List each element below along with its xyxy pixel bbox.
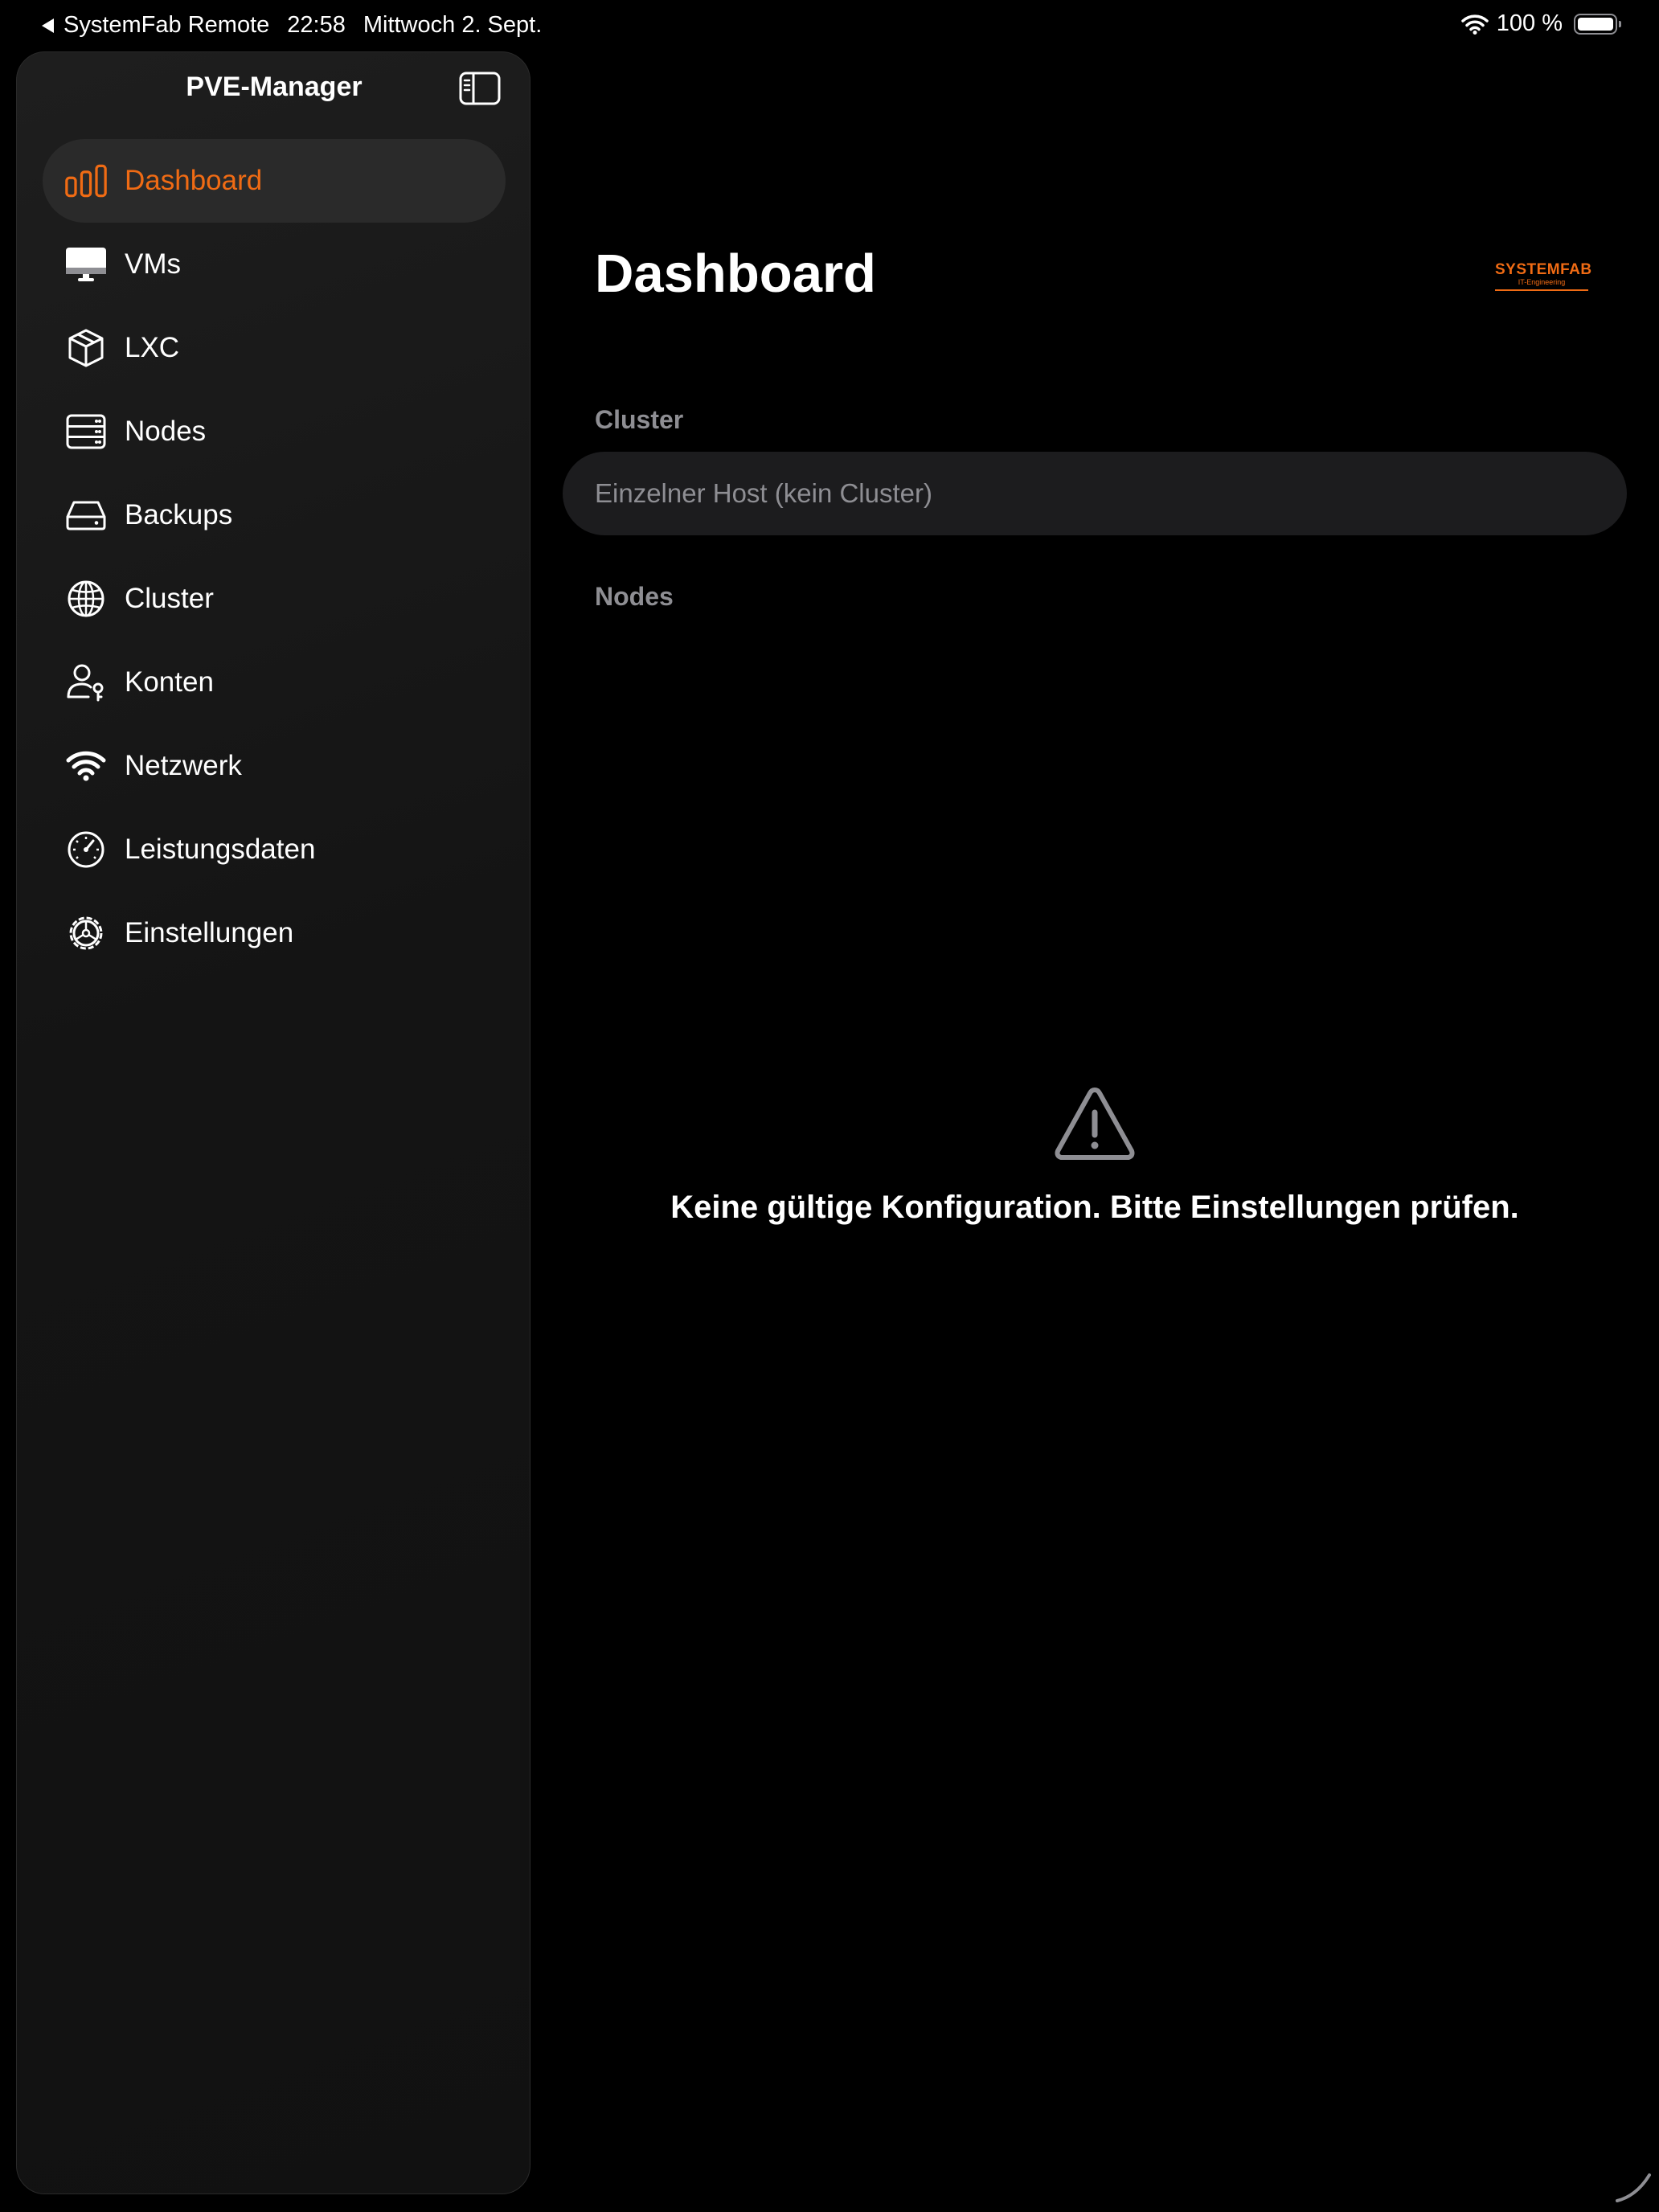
wifi-status-icon: [1461, 14, 1489, 35]
warning-icon: [1055, 1088, 1135, 1160]
sidebar-item-dashboard[interactable]: Dashboard: [43, 139, 506, 223]
logo-tagline: IT-Engineering: [1518, 278, 1566, 286]
sidebar-toggle-icon[interactable]: [459, 72, 501, 105]
cube-icon: [65, 327, 107, 369]
sidebar-item-label: Nodes: [125, 416, 207, 447]
sidebar-item-label: LXC: [125, 332, 180, 363]
sidebar-item-leistungsdaten[interactable]: Leistungsdaten: [43, 808, 506, 891]
sidebar-item-nodes[interactable]: Nodes: [43, 390, 506, 473]
status-bar: SystemFab Remote 22:58 Mittwoch 2. Sept.…: [0, 0, 1659, 51]
cluster-section-header: Cluster: [595, 405, 684, 434]
systemfab-logo: SYSTEMFAB IT-Engineering: [1495, 261, 1592, 299]
sidebar-title: PVE-Manager: [186, 72, 363, 102]
gear-icon: [65, 912, 107, 954]
sidebar-item-backups[interactable]: Backups: [43, 473, 506, 557]
globe-icon: [65, 578, 107, 620]
sidebar-item-label: Einstellungen: [125, 917, 294, 948]
gauge-icon: [65, 829, 107, 870]
logo-name: SYSTEMFAB: [1495, 261, 1592, 278]
sidebar-item-einstellungen[interactable]: Einstellungen: [43, 891, 506, 975]
server-rack-icon: [65, 411, 107, 453]
status-time: 22:58: [287, 12, 346, 38]
sidebar-item-vms[interactable]: VMs: [43, 223, 506, 306]
status-bar-left: SystemFab Remote 22:58 Mittwoch 2. Sept.: [42, 12, 542, 39]
back-to-app-link[interactable]: SystemFab Remote: [63, 12, 269, 39]
status-bar-right: 100 %: [1461, 10, 1621, 37]
sidebar-item-netzwerk[interactable]: Netzwerk: [43, 724, 506, 808]
sidebar-item-label: Konten: [125, 666, 214, 698]
nodes-section-header: Nodes: [595, 582, 674, 611]
sidebar: PVE-Manager Dashboard VMs LXC Nodes Back…: [16, 51, 530, 2194]
wifi-icon: [65, 745, 107, 787]
sidebar-item-label: VMs: [125, 248, 181, 280]
sidebar-item-label: Cluster: [125, 583, 214, 614]
sidebar-nav: Dashboard VMs LXC Nodes Backups Cluster …: [43, 139, 506, 975]
display-icon: [65, 244, 107, 285]
status-date: Mittwoch 2. Sept.: [363, 12, 543, 38]
battery-icon: [1574, 13, 1621, 35]
battery-percent: 100 %: [1496, 10, 1563, 36]
sidebar-item-label: Backups: [125, 499, 233, 530]
sidebar-item-label: Dashboard: [125, 165, 263, 196]
page-title: Dashboard: [595, 244, 876, 304]
person-key-icon: [65, 662, 107, 703]
logo-underline: [1495, 289, 1588, 291]
empty-state-message: Keine gültige Konfiguration. Bitte Einst…: [670, 1190, 1519, 1225]
resize-handle-icon[interactable]: [1612, 2164, 1654, 2206]
sidebar-item-lxc[interactable]: LXC: [43, 306, 506, 390]
cluster-row[interactable]: Einzelner Host (kein Cluster): [563, 452, 1627, 535]
sidebar-item-cluster[interactable]: Cluster: [43, 557, 506, 641]
sidebar-item-label: Leistungsdaten: [125, 834, 316, 865]
chart-bar-icon: [65, 160, 107, 202]
empty-state: Keine gültige Konfiguration. Bitte Einst…: [530, 1085, 1659, 1226]
sidebar-item-konten[interactable]: Konten: [43, 641, 506, 724]
drive-icon: [65, 494, 107, 536]
cluster-value: Einzelner Host (kein Cluster): [595, 478, 932, 508]
sidebar-item-label: Netzwerk: [125, 750, 242, 781]
main-content: Dashboard SYSTEMFAB IT-Engineering Clust…: [530, 51, 1659, 2212]
back-arrow-icon[interactable]: [42, 18, 54, 33]
